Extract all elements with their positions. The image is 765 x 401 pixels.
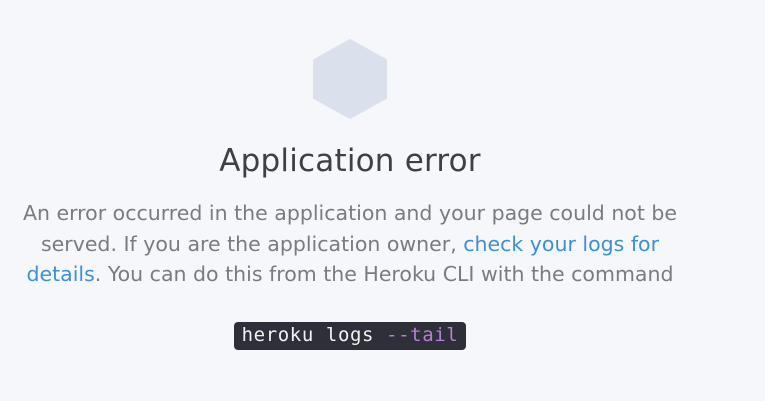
page-title: Application error xyxy=(219,143,481,179)
message-text-end: . You can do this from the Heroku CLI wi… xyxy=(94,262,674,287)
command-base: heroku logs xyxy=(241,324,387,346)
command-flag: --tail xyxy=(386,324,459,346)
cli-command: heroku logs --tail xyxy=(233,322,467,350)
error-page: Application error An error occurred in t… xyxy=(0,0,765,401)
error-message: An error occurred in the application and… xyxy=(12,198,688,290)
command-container: heroku logs --tail xyxy=(0,322,700,350)
hexagon-icon xyxy=(313,39,387,119)
